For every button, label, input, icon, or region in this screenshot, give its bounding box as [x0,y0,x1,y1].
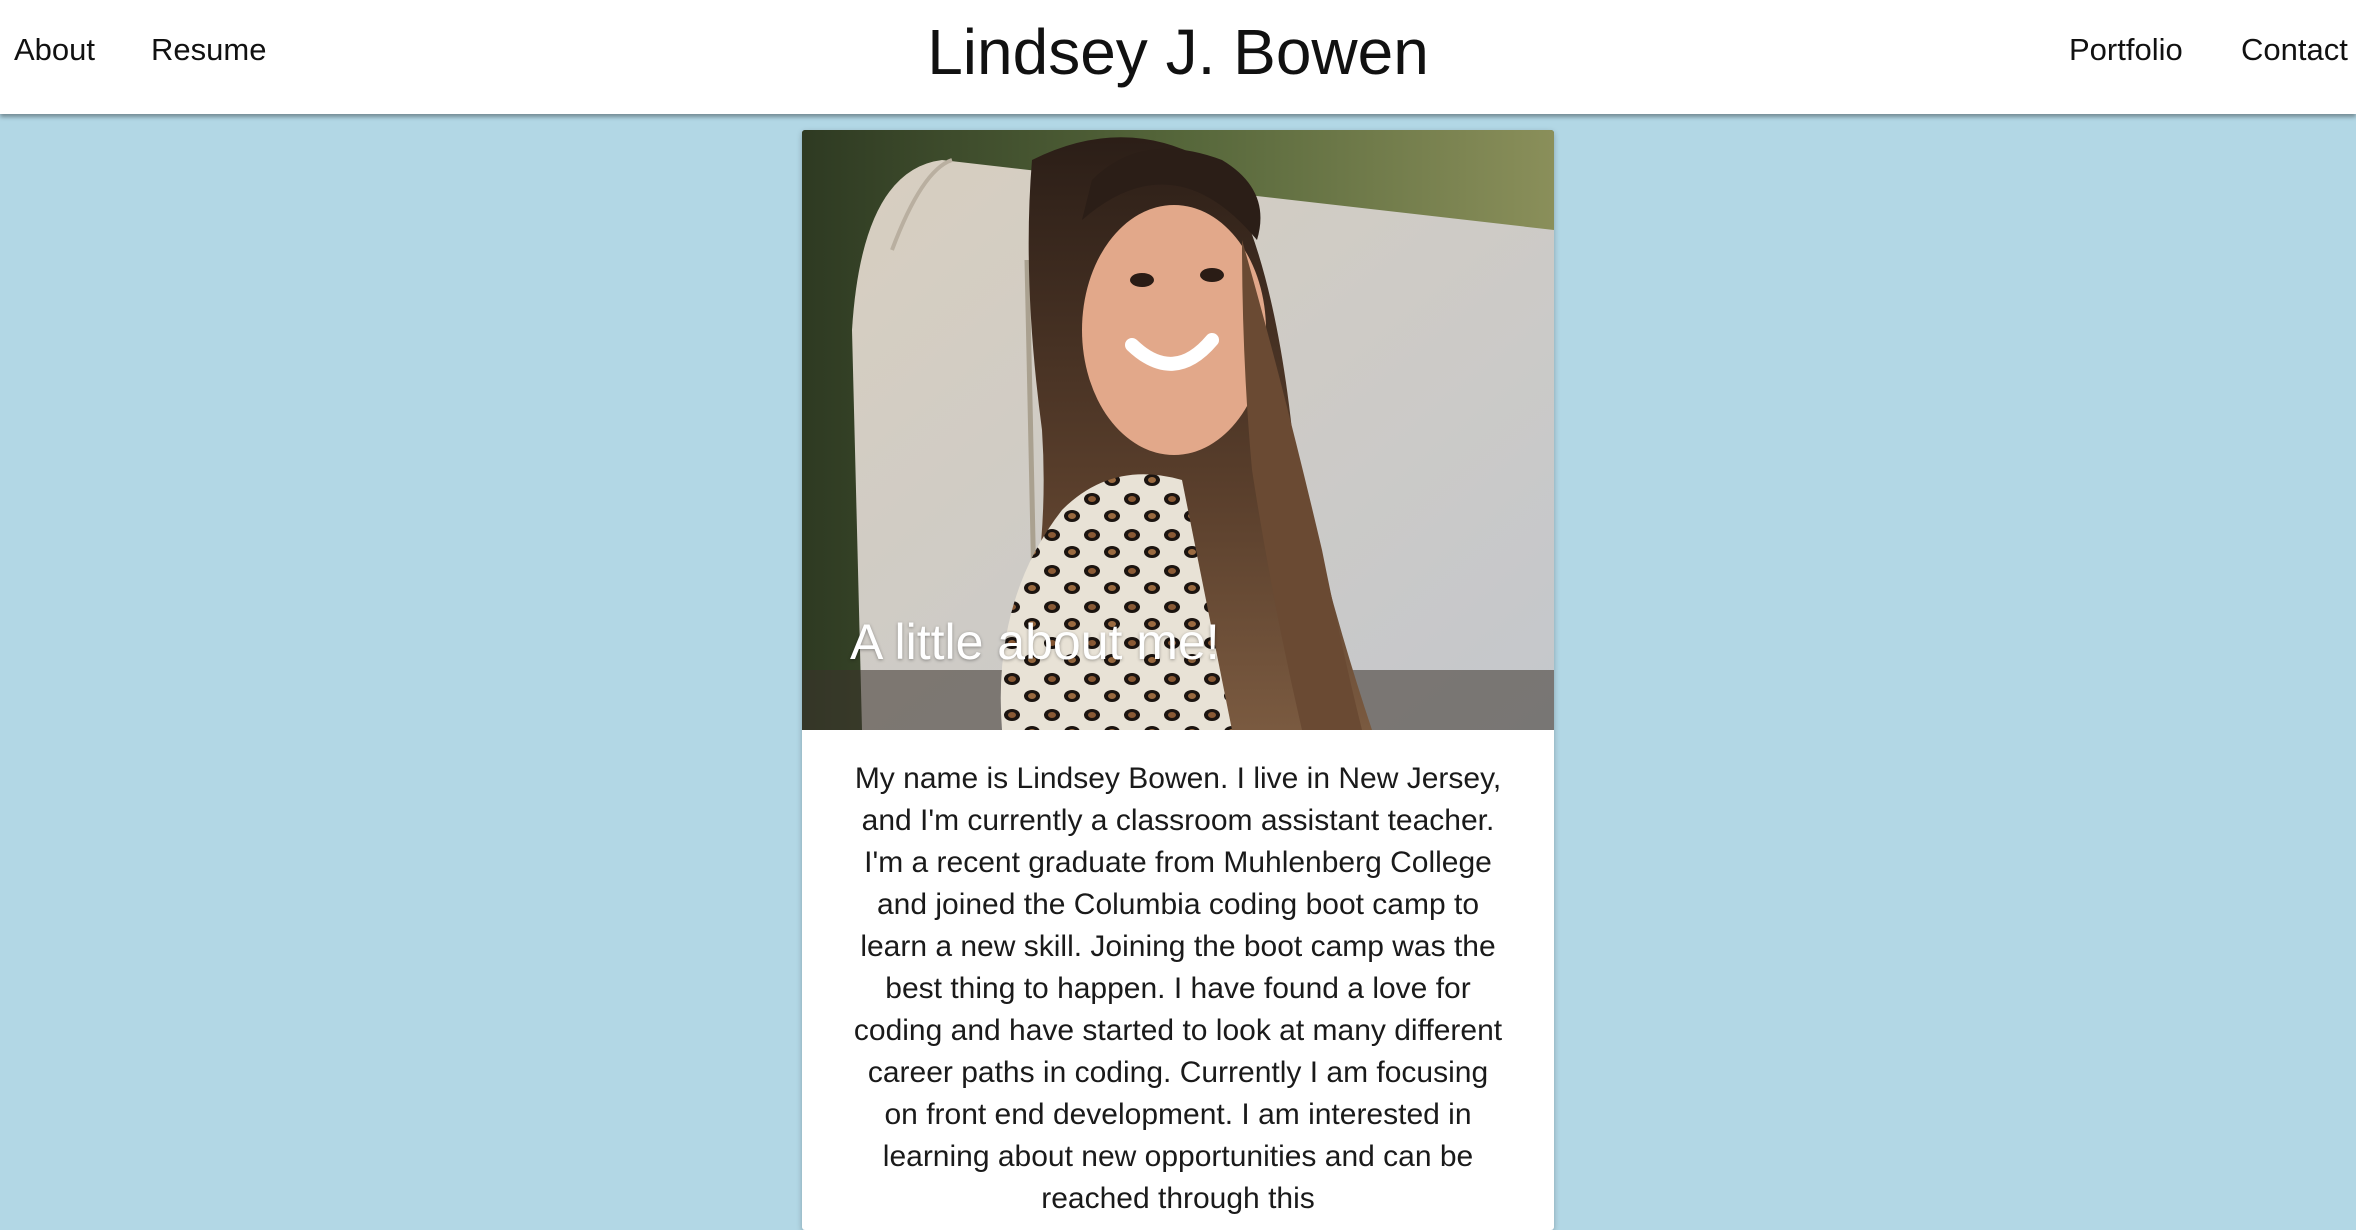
card-title: A little about me! [850,614,1220,670]
card-content: My name is Lindsey Bowen. I live in New … [802,730,1554,1220]
nav-link-contact[interactable]: Contact [2241,30,2348,70]
navbar: About Resume Lindsey J. Bowen Portfolio … [0,0,2356,114]
about-card: A little about me! My name is Lindsey Bo… [802,130,1554,1230]
nav-link-portfolio[interactable]: Portfolio [2069,30,2183,70]
site-title: Lindsey J. Bowen [927,16,1429,88]
about-paragraph: My name is Lindsey Bowen. I live in New … [853,762,1503,1215]
profile-photo: A little about me! [802,130,1554,730]
